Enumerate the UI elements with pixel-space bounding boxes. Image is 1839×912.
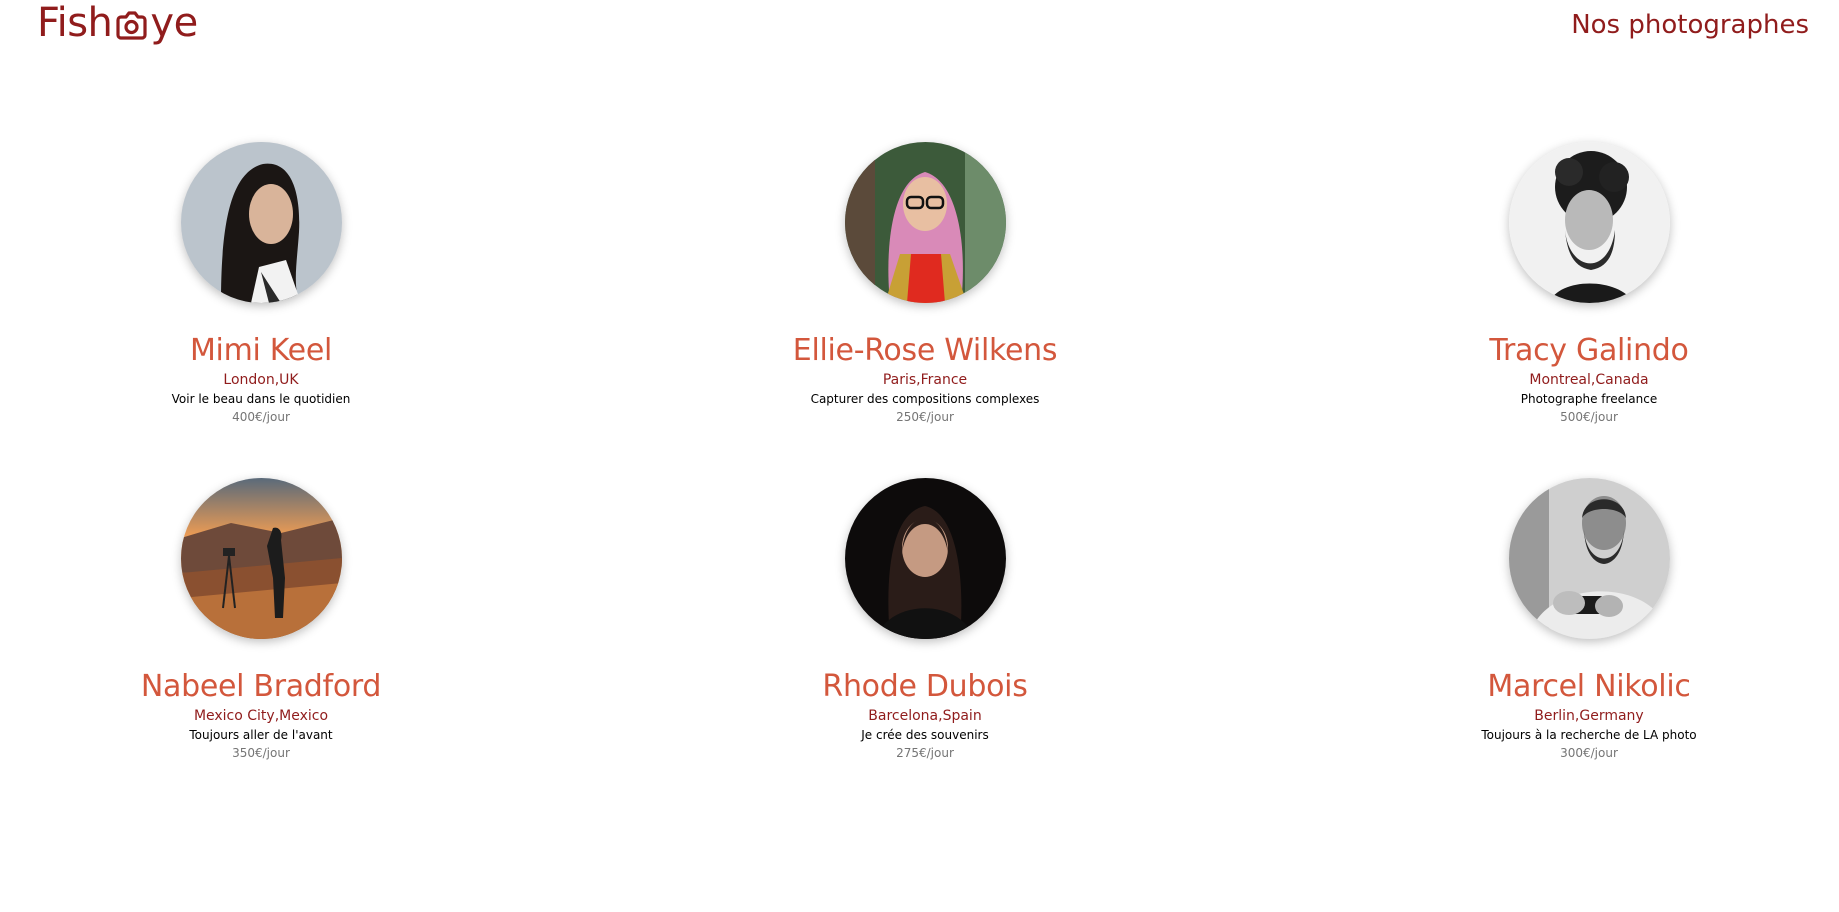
photographer-card-mimi-keel[interactable]: Mimi Keel London,UK Voir le beau dans le… — [0, 142, 522, 425]
fisheye-logo[interactable]: Fish ye — [37, 0, 198, 46]
photographer-portrait[interactable] — [1508, 142, 1670, 303]
photographer-location: Montreal,Canada — [1529, 372, 1649, 388]
page-heading: Nos photographes — [1571, 10, 1809, 40]
photographer-price: 500€/jour — [1560, 410, 1618, 424]
logo-text-prefix: Fish — [37, 0, 113, 46]
photographer-price: 350€/jour — [232, 746, 290, 760]
photographer-location: Barcelona,Spain — [868, 708, 982, 724]
logo-text-suffix: ye — [150, 0, 198, 46]
photographer-location: London,UK — [223, 372, 299, 388]
photographer-name: Nabeel Bradford — [140, 669, 382, 704]
camera-icon — [116, 11, 148, 40]
photographer-tagline: Toujours à la recherche de LA photo — [1481, 728, 1697, 742]
photographer-name: Ellie-Rose Wilkens — [792, 333, 1058, 368]
photographer-name: Marcel Nikolic — [1487, 669, 1691, 704]
photographer-card-rhode-dubois[interactable]: Rhode Dubois Barcelona,Spain Je crée des… — [664, 478, 1186, 761]
photographer-price: 400€/jour — [232, 410, 290, 424]
photographer-name: Mimi Keel — [189, 333, 333, 368]
photographer-name: Rhode Dubois — [822, 669, 1028, 704]
photographer-price: 300€/jour — [1560, 746, 1618, 760]
photographer-portrait[interactable] — [180, 142, 342, 303]
site-header: Fish ye Nos photographes — [0, 0, 1839, 60]
photographer-tagline: Voir le beau dans le quotidien — [171, 392, 351, 406]
photographer-name: Tracy Galindo — [1489, 333, 1689, 368]
photographer-grid: Mimi Keel London,UK Voir le beau dans le… — [0, 142, 1839, 761]
photographer-portrait[interactable] — [844, 142, 1006, 303]
photographer-portrait[interactable] — [844, 478, 1006, 639]
photographer-card-nabeel-bradford[interactable]: Nabeel Bradford Mexico City,Mexico Toujo… — [0, 478, 522, 761]
photographer-tagline: Je crée des souvenirs — [861, 728, 989, 742]
photographer-card-marcel-nikolic[interactable]: Marcel Nikolic Berlin,Germany Toujours à… — [1328, 478, 1839, 761]
photographer-card-ellie-rose-wilkens[interactable]: Ellie-Rose Wilkens Paris,France Capturer… — [664, 142, 1186, 425]
photographer-location: Paris,France — [882, 372, 968, 388]
photographer-location: Mexico City,Mexico — [193, 708, 329, 724]
photographer-portrait[interactable] — [180, 478, 342, 639]
photographer-location: Berlin,Germany — [1534, 708, 1644, 724]
photographer-price: 250€/jour — [896, 410, 954, 424]
photographer-tagline: Photographe freelance — [1520, 392, 1658, 406]
photographer-portrait[interactable] — [1508, 478, 1670, 639]
photographer-tagline: Toujours aller de l'avant — [189, 728, 333, 742]
photographer-tagline: Capturer des compositions complexes — [810, 392, 1040, 406]
photographer-price: 275€/jour — [896, 746, 954, 760]
photographer-card-tracy-galindo[interactable]: Tracy Galindo Montreal,Canada Photograph… — [1328, 142, 1839, 425]
